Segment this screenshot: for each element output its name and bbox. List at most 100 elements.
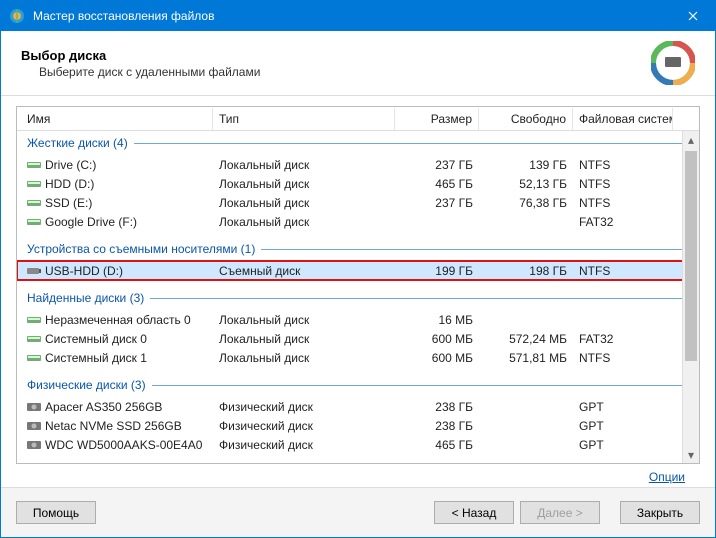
back-button[interactable]: < Назад: [434, 501, 514, 524]
drive-free: 139 ГБ: [479, 157, 573, 173]
drive-size: 600 МБ: [395, 331, 479, 347]
scroll-thumb[interactable]: [685, 151, 697, 361]
drive-size: 600 МБ: [395, 350, 479, 366]
drive-free: 572,24 МБ: [479, 331, 573, 347]
app-icon: [9, 8, 25, 24]
drive-free: [479, 319, 573, 321]
disk-row[interactable]: Google Drive (F:) Локальный диск FAT32: [17, 212, 699, 231]
drive-size: [395, 221, 479, 223]
disk-row[interactable]: Netac NVMe SSD 256GB Физический диск238 Г…: [17, 416, 699, 435]
window-title: Мастер восстановления файлов: [33, 9, 670, 23]
drive-icon: [27, 332, 45, 346]
drive-type: Локальный диск: [213, 350, 395, 366]
drive-name: Системный диск 0: [45, 332, 147, 346]
drive-name: WDC WD5000AAKS-00E4A0: [45, 438, 202, 452]
group-header: Жесткие диски (4): [17, 131, 699, 155]
drive-size: 199 ГБ: [395, 263, 479, 279]
col-size[interactable]: Размер: [395, 108, 479, 130]
drive-fs: NTFS: [573, 176, 673, 192]
drive-icon: [27, 177, 45, 191]
page-title: Выбор диска: [21, 48, 260, 63]
drive-size: 16 МБ: [395, 312, 479, 328]
drive-fs: FAT32: [573, 331, 673, 347]
drive-fs: [573, 319, 673, 321]
drive-free: [479, 425, 573, 427]
group-label: Найденные диски (3): [27, 291, 144, 305]
drive-size: 238 ГБ: [395, 418, 479, 434]
drive-name: Drive (C:): [45, 158, 96, 172]
drive-name: Netac NVMe SSD 256GB: [45, 419, 182, 433]
scroll-up-icon[interactable]: ▴: [683, 131, 699, 148]
drive-size: 237 ГБ: [395, 195, 479, 211]
close-icon: [688, 11, 698, 21]
help-button[interactable]: Помощь: [16, 501, 96, 524]
drive-name: Google Drive (F:): [45, 215, 137, 229]
drive-type: Физический диск: [213, 437, 395, 453]
drive-fs: GPT: [573, 399, 673, 415]
drive-name: Системный диск 1: [45, 351, 147, 365]
drive-type: Съемный диск: [213, 263, 395, 279]
disk-row[interactable]: Системный диск 0 Локальный диск600 МБ572,…: [17, 329, 699, 348]
col-fs[interactable]: Файловая система: [573, 108, 673, 130]
drive-icon: [27, 438, 45, 452]
disk-row[interactable]: HDD (D:)Локальный диск465 ГБ52,13 ГБNTFS: [17, 174, 699, 193]
col-name[interactable]: Имя: [21, 108, 213, 130]
drive-icon: [27, 215, 45, 229]
col-type[interactable]: Тип: [213, 108, 395, 130]
drive-icon: [27, 351, 45, 365]
drive-free: [479, 444, 573, 446]
disk-row[interactable]: Drive (C:)Локальный диск237 ГБ139 ГБNTFS: [17, 155, 699, 174]
drive-fs: NTFS: [573, 263, 673, 279]
wizard-header: Выбор диска Выберите диск с удаленными ф…: [1, 31, 715, 96]
disk-list-panel: Имя Тип Размер Свободно Файловая система…: [16, 106, 700, 464]
drive-type: Физический диск: [213, 399, 395, 415]
disk-row[interactable]: Apacer AS350 256GB Физический диск238 ГБ G…: [17, 397, 699, 416]
drive-type: Локальный диск: [213, 331, 395, 347]
close-wizard-button[interactable]: Закрыть: [620, 501, 700, 524]
group-label: Жесткие диски (4): [27, 136, 128, 150]
drive-type: Локальный диск: [213, 214, 395, 230]
disk-row[interactable]: USB-HDD (D:)Съемный диск199 ГБ198 ГБNTFS: [17, 261, 699, 280]
scroll-down-icon[interactable]: ▾: [683, 446, 699, 463]
col-free[interactable]: Свободно: [479, 108, 573, 130]
vertical-scrollbar[interactable]: ▴ ▾: [682, 131, 699, 463]
disk-list: Жесткие диски (4) Drive (C:) Локальный дис…: [17, 131, 699, 463]
product-logo-icon: [651, 41, 695, 85]
next-button[interactable]: Далее >: [520, 501, 600, 524]
page-subtitle: Выберите диск с удаленными файлами: [39, 65, 260, 79]
drive-name: SSD (E:): [45, 196, 92, 210]
drive-type: Локальный диск: [213, 312, 395, 328]
drive-type: Локальный диск: [213, 195, 395, 211]
drive-name: Неразмеченная область 0: [45, 313, 191, 327]
close-button[interactable]: [670, 1, 715, 31]
options-row: Опции: [16, 464, 700, 484]
disk-row[interactable]: Неразмеченная область 0 Локальный диск16 …: [17, 310, 699, 329]
drive-icon: [27, 419, 45, 433]
drive-free: [479, 406, 573, 408]
drive-type: Физический диск: [213, 418, 395, 434]
disk-row[interactable]: SSD (E:)Локальный диск237 ГБ76,38 ГБNTFS: [17, 193, 699, 212]
drive-free: [479, 221, 573, 223]
drive-type: Локальный диск: [213, 176, 395, 192]
wizard-window: Мастер восстановления файлов Выбор диска…: [0, 0, 716, 538]
drive-fs: NTFS: [573, 157, 673, 173]
drive-type: Локальный диск: [213, 157, 395, 173]
disk-row[interactable]: WDC WD5000AAKS-00E4A0Физический диск465 …: [17, 435, 699, 454]
wizard-footer: Помощь < Назад Далее > Закрыть: [1, 487, 715, 537]
drive-size: 238 ГБ: [395, 399, 479, 415]
drive-icon: [27, 158, 45, 172]
drive-fs: FAT32: [573, 214, 673, 230]
group-label: Устройства со съемными носителями (1): [27, 242, 255, 256]
drive-name: Apacer AS350 256GB: [45, 400, 162, 414]
drive-free: 76,38 ГБ: [479, 195, 573, 211]
drive-size: 465 ГБ: [395, 176, 479, 192]
drive-fs: NTFS: [573, 350, 673, 366]
drive-icon: [27, 400, 45, 414]
drive-free: 52,13 ГБ: [479, 176, 573, 192]
disk-row[interactable]: Системный диск 1Локальный диск600 МБ571,…: [17, 348, 699, 367]
options-link[interactable]: Опции: [649, 470, 685, 484]
column-headers: Имя Тип Размер Свободно Файловая система: [17, 107, 699, 131]
group-header: Устройства со съемными носителями (1): [17, 237, 699, 261]
drive-icon: [27, 196, 45, 210]
drive-icon: [27, 313, 45, 327]
